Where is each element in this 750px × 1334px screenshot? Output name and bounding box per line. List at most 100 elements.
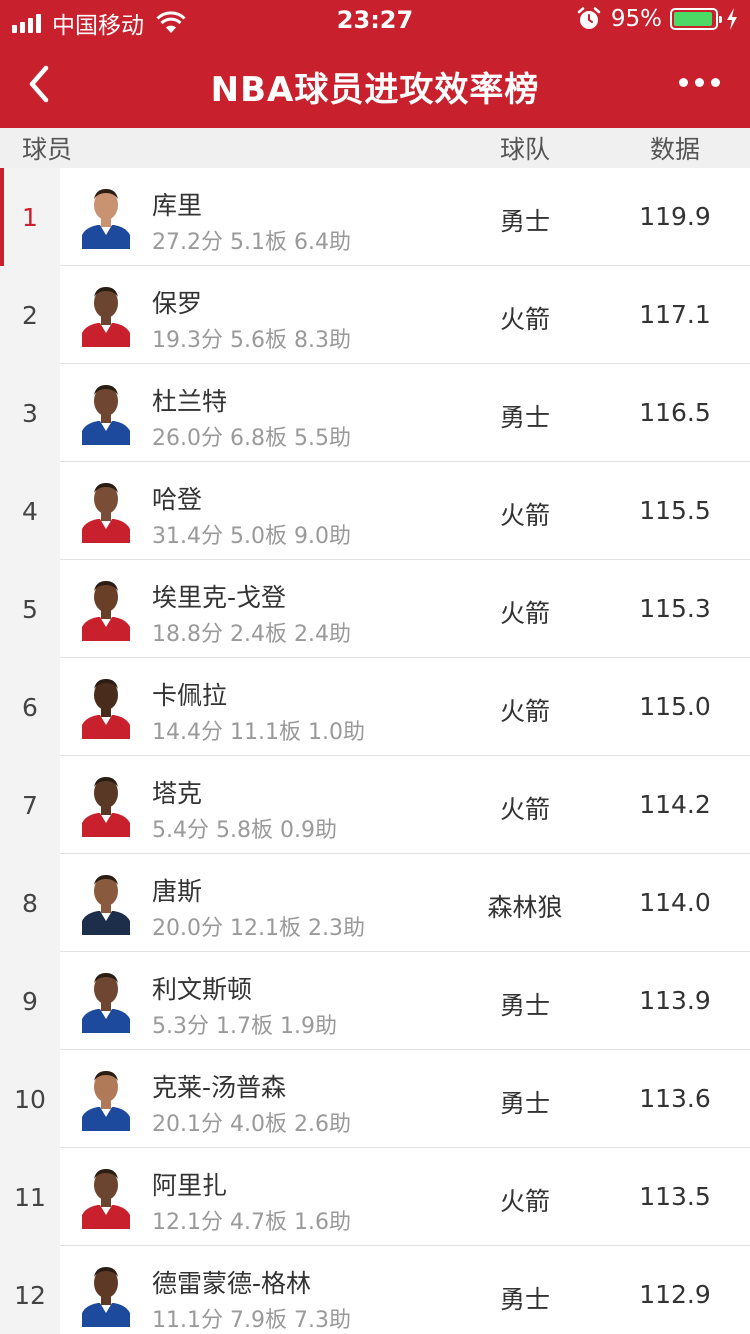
team-name: 火箭 bbox=[499, 599, 550, 628]
rank-number: 10 bbox=[0, 1050, 60, 1148]
efficiency-value: 115.3 bbox=[639, 594, 711, 623]
table-row[interactable]: 4 哈登 31.4分 5.0板 9.0助 火箭 115.5 bbox=[0, 462, 750, 560]
player-avatar bbox=[82, 1169, 130, 1229]
player-avatar bbox=[82, 973, 130, 1033]
row-body[interactable]: 库里 27.2分 5.1板 6.4助 勇士 119.9 bbox=[60, 168, 750, 266]
player-avatar bbox=[82, 385, 130, 445]
table-header: 球员 球队 数据 bbox=[0, 128, 750, 168]
player-stats: 12.1分 4.7板 1.6助 bbox=[152, 1210, 351, 1235]
chevron-left-icon[interactable] bbox=[22, 62, 62, 106]
team-name: 森林狼 bbox=[487, 893, 563, 922]
team-name: 火箭 bbox=[499, 305, 550, 334]
player-name: 唐斯 bbox=[152, 877, 203, 906]
rank-number: 11 bbox=[0, 1148, 60, 1246]
table-row[interactable]: 8 唐斯 20.0分 12.1板 2.3助 森林狼 114.0 bbox=[0, 854, 750, 952]
table-row[interactable]: 7 塔克 5.4分 5.8板 0.9助 火箭 114.2 bbox=[0, 756, 750, 854]
player-avatar bbox=[82, 189, 130, 249]
efficiency-value: 112.9 bbox=[639, 1280, 711, 1309]
status-right: 95% bbox=[577, 6, 738, 32]
row-body[interactable]: 卡佩拉 14.4分 11.1板 1.0助 火箭 115.0 bbox=[60, 658, 750, 756]
rank-number: 5 bbox=[0, 560, 60, 658]
table-row[interactable]: 2 保罗 19.3分 5.6板 8.3助 火箭 117.1 bbox=[0, 266, 750, 364]
row-body[interactable]: 哈登 31.4分 5.0板 9.0助 火箭 115.5 bbox=[60, 462, 750, 560]
row-body[interactable]: 克莱-汤普森 20.1分 4.0板 2.6助 勇士 113.6 bbox=[60, 1050, 750, 1148]
efficiency-value: 113.9 bbox=[639, 986, 711, 1015]
player-name: 阿里扎 bbox=[152, 1171, 228, 1200]
player-stats: 26.0分 6.8板 5.5助 bbox=[152, 426, 351, 451]
row-body[interactable]: 塔克 5.4分 5.8板 0.9助 火箭 114.2 bbox=[60, 756, 750, 854]
efficiency-value: 113.5 bbox=[639, 1182, 711, 1211]
table-row[interactable]: 11 阿里扎 12.1分 4.7板 1.6助 火箭 113.5 bbox=[0, 1148, 750, 1246]
efficiency-value: 114.0 bbox=[639, 888, 711, 917]
player-avatar bbox=[82, 679, 130, 739]
player-stats: 5.3分 1.7板 1.9助 bbox=[152, 1014, 337, 1039]
table-row[interactable]: 6 卡佩拉 14.4分 11.1板 1.0助 火箭 115.0 bbox=[0, 658, 750, 756]
player-name: 利文斯顿 bbox=[152, 975, 253, 1004]
battery-icon bbox=[670, 8, 722, 30]
row-body[interactable]: 唐斯 20.0分 12.1板 2.3助 森林狼 114.0 bbox=[60, 854, 750, 952]
table-row[interactable]: 10 克莱-汤普森 20.1分 4.0板 2.6助 勇士 113.6 bbox=[0, 1050, 750, 1148]
player-stats: 20.1分 4.0板 2.6助 bbox=[152, 1112, 351, 1137]
status-bar: 中国移动 23:27 95% bbox=[0, 0, 750, 40]
player-name: 哈登 bbox=[152, 485, 203, 514]
team-name: 勇士 bbox=[499, 1089, 550, 1118]
efficiency-value: 117.1 bbox=[639, 300, 711, 329]
row-body[interactable]: 阿里扎 12.1分 4.7板 1.6助 火箭 113.5 bbox=[60, 1148, 750, 1246]
charging-icon bbox=[727, 8, 737, 30]
team-name: 火箭 bbox=[499, 697, 550, 726]
row-body[interactable]: 利文斯顿 5.3分 1.7板 1.9助 勇士 113.9 bbox=[60, 952, 750, 1050]
player-name: 德雷蒙德-格林 bbox=[152, 1269, 312, 1298]
row-body[interactable]: 德雷蒙德-格林 11.1分 7.9板 7.3助 勇士 112.9 bbox=[60, 1246, 750, 1334]
team-name: 勇士 bbox=[499, 207, 550, 236]
team-name: 火箭 bbox=[499, 501, 550, 530]
rank-number: 1 bbox=[0, 168, 60, 266]
team-name: 勇士 bbox=[499, 403, 550, 432]
rank-number: 9 bbox=[0, 952, 60, 1050]
player-avatar bbox=[82, 287, 130, 347]
page-title: NBA球员进攻效率榜 bbox=[210, 70, 540, 110]
player-avatar bbox=[82, 483, 130, 543]
team-name: 勇士 bbox=[499, 1285, 550, 1314]
player-stats: 5.4分 5.8板 0.9助 bbox=[152, 818, 337, 843]
player-name: 杜兰特 bbox=[152, 387, 228, 416]
rank-number: 8 bbox=[0, 854, 60, 952]
team-name: 火箭 bbox=[499, 1187, 550, 1216]
table-row[interactable]: 12 德雷蒙德-格林 11.1分 7.9板 7.3助 勇士 112.9 bbox=[0, 1246, 750, 1334]
player-stats: 14.4分 11.1板 1.0助 bbox=[152, 720, 365, 745]
row-body[interactable]: 埃里克-戈登 18.8分 2.4板 2.4助 火箭 115.3 bbox=[60, 560, 750, 658]
player-stats: 20.0分 12.1板 2.3助 bbox=[152, 916, 365, 941]
header-player: 球员 bbox=[22, 135, 73, 164]
player-name: 保罗 bbox=[152, 289, 203, 318]
more-dots-icon[interactable] bbox=[672, 78, 720, 87]
rank-number: 4 bbox=[0, 462, 60, 560]
player-name: 埃里克-戈登 bbox=[152, 583, 287, 612]
table-row[interactable]: 5 埃里克-戈登 18.8分 2.4板 2.4助 火箭 115.3 bbox=[0, 560, 750, 658]
alarm-icon bbox=[577, 7, 601, 29]
player-name: 库里 bbox=[152, 191, 203, 220]
efficiency-value: 115.0 bbox=[639, 692, 711, 721]
efficiency-value: 114.2 bbox=[639, 790, 711, 819]
team-name: 勇士 bbox=[499, 991, 550, 1020]
header-team: 球队 bbox=[499, 135, 550, 164]
table-row[interactable]: 3 杜兰特 26.0分 6.8板 5.5助 勇士 116.5 bbox=[0, 364, 750, 462]
player-avatar bbox=[82, 581, 130, 641]
row-body[interactable]: 保罗 19.3分 5.6板 8.3助 火箭 117.1 bbox=[60, 266, 750, 364]
efficiency-value: 115.5 bbox=[639, 496, 711, 525]
nav-bar: NBA球员进攻效率榜 bbox=[0, 40, 750, 128]
player-stats: 11.1分 7.9板 7.3助 bbox=[152, 1308, 351, 1333]
player-name: 塔克 bbox=[152, 779, 203, 808]
rank-number: 6 bbox=[0, 658, 60, 756]
ranking-list: 1 库里 27.2分 5.1板 6.4助 勇士 119.9 2 保罗 19.3分… bbox=[0, 168, 750, 1334]
player-stats: 19.3分 5.6板 8.3助 bbox=[152, 328, 351, 353]
efficiency-value: 119.9 bbox=[639, 202, 711, 231]
header-data: 数据 bbox=[649, 135, 700, 164]
row-body[interactable]: 杜兰特 26.0分 6.8板 5.5助 勇士 116.5 bbox=[60, 364, 750, 462]
battery-percent: 95% bbox=[610, 6, 662, 32]
player-name: 卡佩拉 bbox=[152, 681, 228, 710]
table-row[interactable]: 1 库里 27.2分 5.1板 6.4助 勇士 119.9 bbox=[0, 168, 750, 266]
player-stats: 18.8分 2.4板 2.4助 bbox=[152, 622, 351, 647]
player-avatar bbox=[82, 777, 130, 837]
team-name: 火箭 bbox=[499, 795, 550, 824]
player-avatar bbox=[82, 1071, 130, 1131]
table-row[interactable]: 9 利文斯顿 5.3分 1.7板 1.9助 勇士 113.9 bbox=[0, 952, 750, 1050]
